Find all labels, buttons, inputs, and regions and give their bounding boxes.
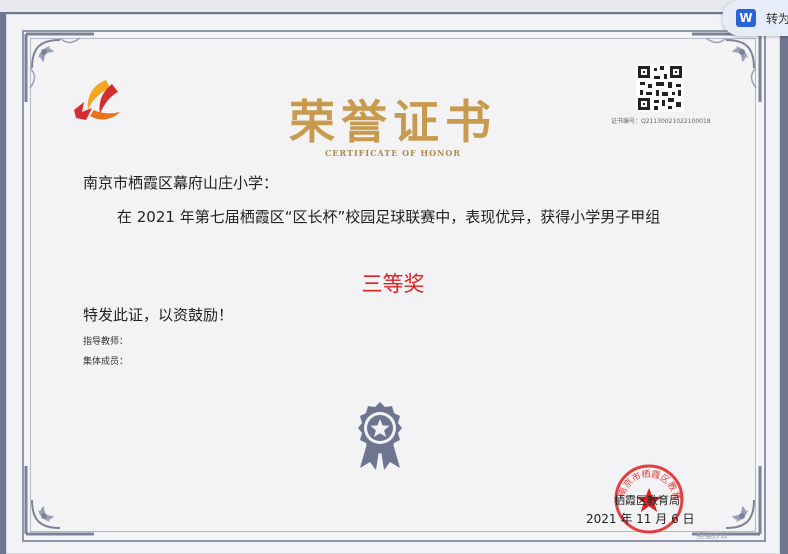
top-strip xyxy=(0,0,788,12)
certificate-number: 证书编号：Q21130021022100018 xyxy=(611,118,711,125)
corner-ornament-icon xyxy=(692,466,762,536)
issuer-name: 栖霞区教育局 xyxy=(614,494,680,507)
issue-date: 2021 年 11 月 6 日 xyxy=(586,512,695,526)
qr-code-icon xyxy=(636,64,684,112)
members-label: 集体成员： xyxy=(83,357,129,367)
watermark: 熊猫办公 xyxy=(696,531,728,540)
document-viewer: 荣誉证书 CERTIFICATE OF HONOR 证书编号：Q21130021… xyxy=(0,12,788,554)
award-description: 在 2021 年第七届栖霞区“区长杯”校园足球联赛中，表现优异，获得小学男子甲组 xyxy=(117,208,661,226)
word-icon: W xyxy=(736,9,756,27)
closing-text: 特发此证，以资鼓励！ xyxy=(83,306,234,324)
certificate: 荣誉证书 CERTIFICATE OF HONOR 证书编号：Q21130021… xyxy=(6,14,780,554)
medal-icon xyxy=(358,402,402,470)
corner-ornament-icon xyxy=(24,466,94,536)
recipient-name: 南京市栖霞区幕府山庄小学： xyxy=(83,174,279,192)
certificate-subtitle: CERTIFICATE OF HONOR xyxy=(325,148,461,158)
convert-label: 转为 xyxy=(766,12,788,26)
teacher-label: 指导教师： xyxy=(83,337,129,347)
convert-to-word-button[interactable]: W 转为 xyxy=(722,0,788,36)
award-level: 三等奖 xyxy=(361,272,425,296)
